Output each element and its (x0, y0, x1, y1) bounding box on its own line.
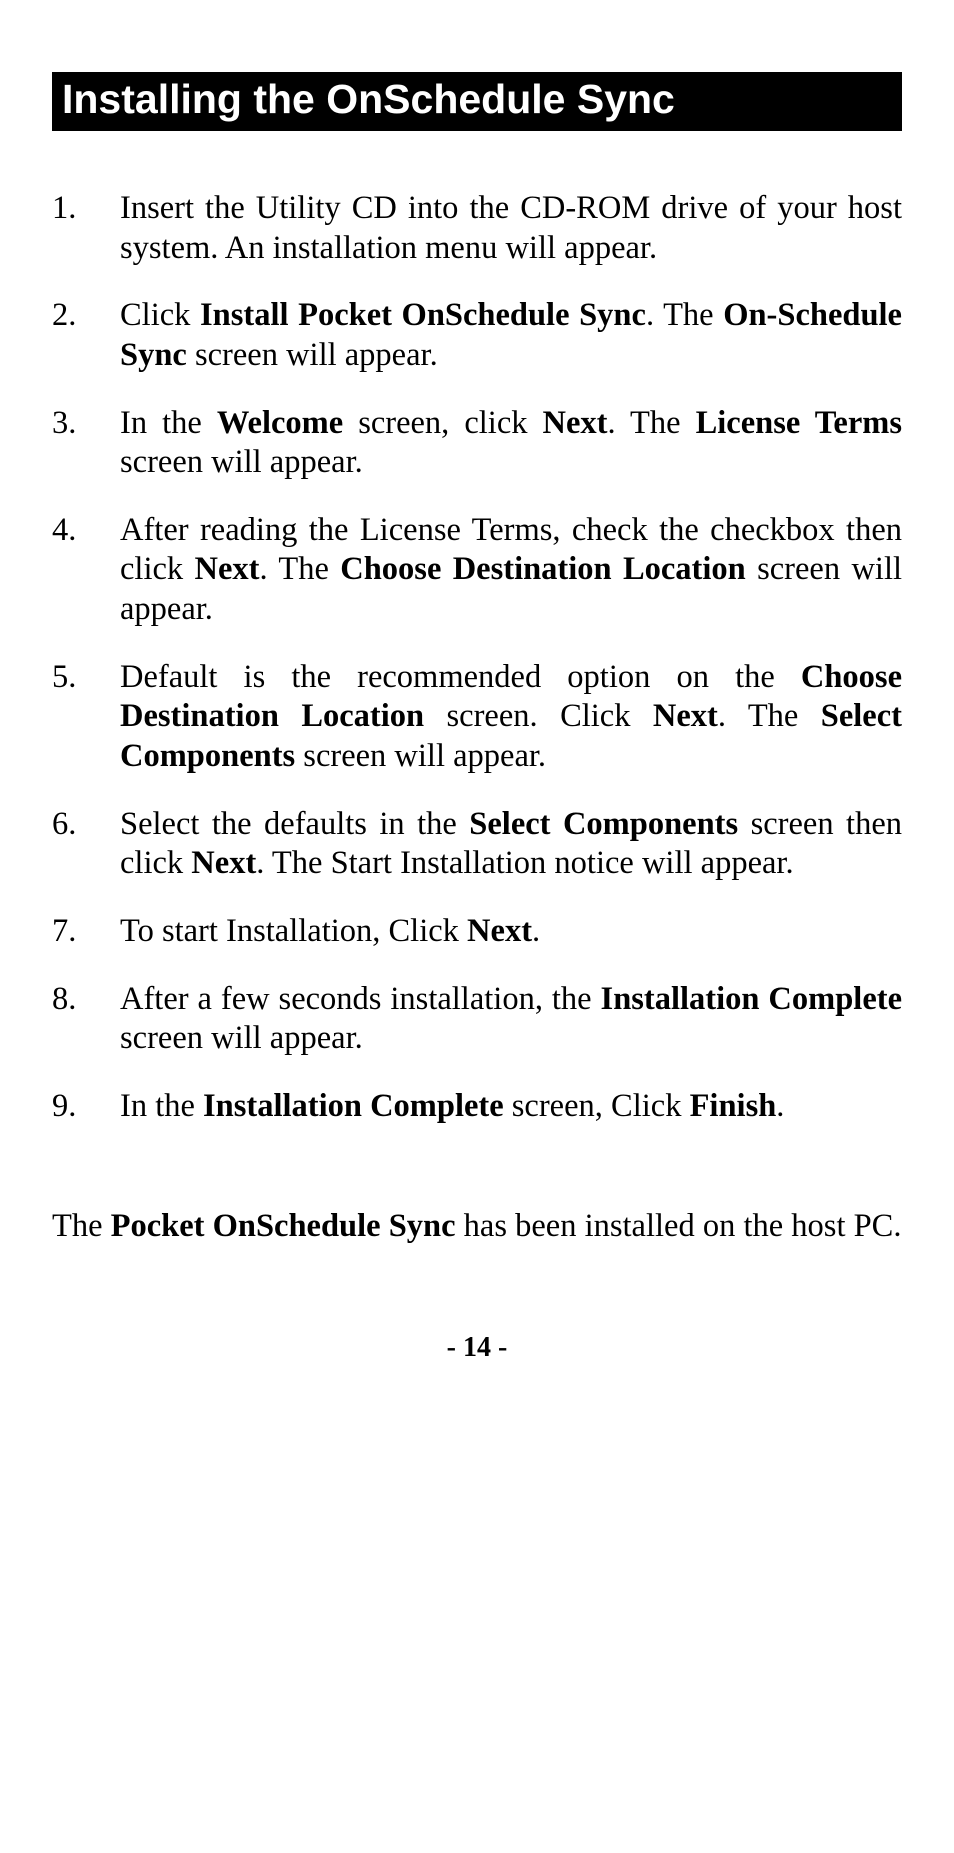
step-body: In the Installation Complete screen, Cli… (120, 1087, 902, 1127)
list-item: 5.Default is the recommended option on t… (52, 658, 902, 777)
step-number: 2. (52, 296, 120, 375)
closing-paragraph: The Pocket OnSchedule Sync has been inst… (52, 1207, 902, 1247)
bold-text: Next (543, 405, 608, 441)
step-number: 8. (52, 980, 120, 1059)
step-body: Click Install Pocket OnSchedule Sync. Th… (120, 296, 902, 375)
bold-text: Pocket OnSchedule Sync (111, 1208, 456, 1244)
list-item: 4.After reading the License Terms, check… (52, 511, 902, 630)
step-body: Select the defaults in the Select Compon… (120, 805, 902, 884)
step-number: 3. (52, 404, 120, 483)
bold-text: Next (191, 845, 256, 881)
list-item: 1.Insert the Utility CD into the CD-ROM … (52, 189, 902, 268)
bold-text: Next (653, 698, 718, 734)
bold-text: Next (195, 551, 260, 587)
list-item: 8.After a few seconds installation, the … (52, 980, 902, 1059)
bold-text: Next (467, 913, 532, 949)
step-body: After reading the License Terms, check t… (120, 511, 902, 630)
step-number: 7. (52, 912, 120, 952)
step-body: After a few seconds installation, the In… (120, 980, 902, 1059)
bold-text: Installation Complete (203, 1088, 504, 1124)
list-item: 6.Select the defaults in the Select Comp… (52, 805, 902, 884)
bold-text: Choose Destination Location (120, 659, 902, 735)
bold-text: Select Components (469, 806, 738, 842)
step-number: 4. (52, 511, 120, 630)
bold-text: Choose Destination Location (340, 551, 746, 587)
list-item: 2.Click Install Pocket OnSchedule Sync. … (52, 296, 902, 375)
step-number: 1. (52, 189, 120, 268)
step-number: 9. (52, 1087, 120, 1127)
bold-text: Welcome (217, 405, 343, 441)
page-number: - 14 - (52, 1332, 902, 1364)
bold-text: Install Pocket OnSchedule Sync (200, 297, 646, 333)
step-body: Default is the recommended option on the… (120, 658, 902, 777)
step-body: To start Installation, Click Next. (120, 912, 902, 952)
step-number: 6. (52, 805, 120, 884)
section-title: Installing the OnSchedule Sync (52, 72, 902, 131)
step-body: Insert the Utility CD into the CD-ROM dr… (120, 189, 902, 268)
list-item: 3.In the Welcome screen, click Next. The… (52, 404, 902, 483)
steps-list: 1.Insert the Utility CD into the CD-ROM … (52, 189, 902, 1127)
bold-text: License Terms (696, 405, 902, 441)
list-item: 9.In the Installation Complete screen, C… (52, 1087, 902, 1127)
step-number: 5. (52, 658, 120, 777)
step-body: In the Welcome screen, click Next. The L… (120, 404, 902, 483)
list-item: 7.To start Installation, Click Next. (52, 912, 902, 952)
bold-text: Finish (690, 1088, 777, 1124)
bold-text: Installation Complete (601, 981, 902, 1017)
